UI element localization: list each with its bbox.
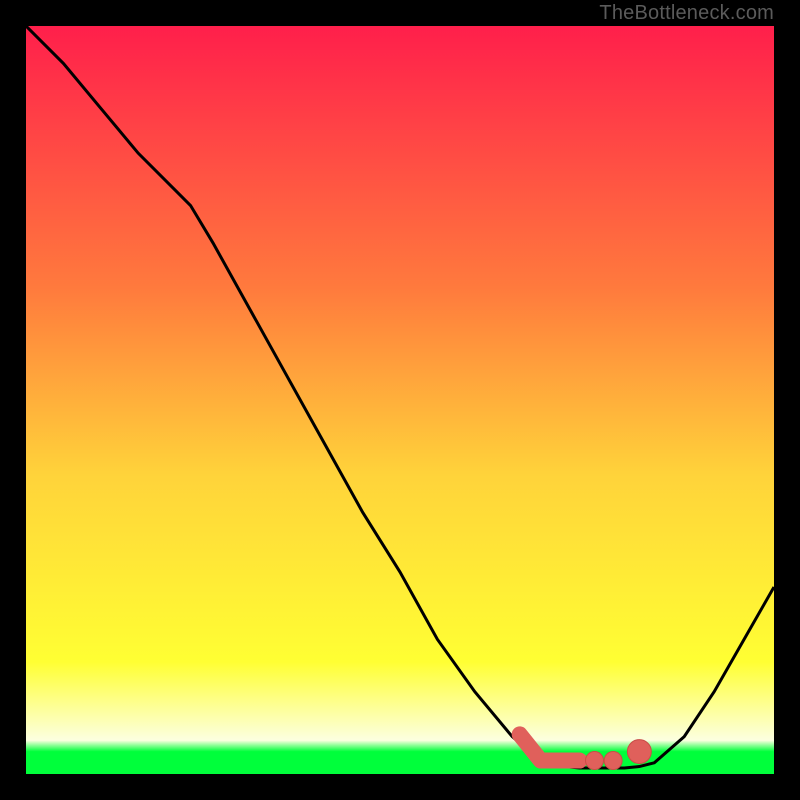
chart-frame: [26, 26, 774, 774]
marker-dot: [586, 752, 604, 770]
marker-dot: [604, 752, 622, 770]
chart-svg: [26, 26, 774, 774]
watermark-text: TheBottleneck.com: [599, 0, 774, 28]
gradient-background: [26, 26, 774, 774]
marker-dot: [627, 740, 651, 764]
